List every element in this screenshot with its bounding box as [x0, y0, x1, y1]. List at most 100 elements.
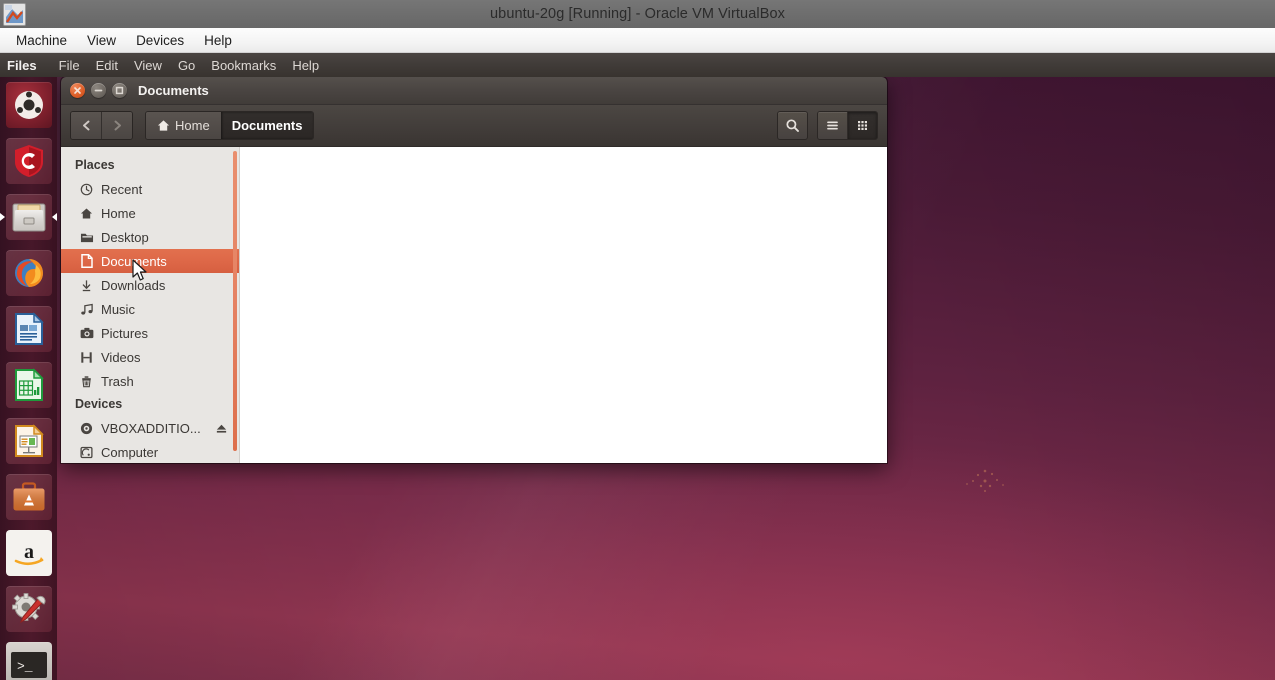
screen: Files File Edit View Go Bookmarks Help a… — [0, 0, 1275, 680]
music-note-icon — [79, 302, 94, 317]
virtualbox-titlebar: ubuntu-20g [Running] - Oracle VM Virtual… — [0, 0, 1275, 28]
sidebar-item-desktop-label: Desktop — [101, 229, 149, 245]
launcher-item-libreoffice-impress[interactable] — [0, 413, 57, 469]
sidebar-item-downloads[interactable]: Downloads — [61, 273, 239, 297]
svg-text:a: a — [24, 541, 34, 563]
ubuntu-circle-of-friends-watermark — [966, 469, 1004, 492]
launcher-item-comodo[interactable] — [0, 133, 57, 189]
panel-app-name: Files — [7, 57, 37, 73]
maximize-button[interactable] — [112, 83, 127, 98]
vbox-menu-machine[interactable]: Machine — [6, 31, 77, 50]
home-icon — [157, 120, 170, 131]
window-title: Documents — [138, 83, 209, 98]
sidebar-item-computer[interactable]: Computer — [61, 440, 239, 463]
breadcrumb-item-home-label: Home — [175, 118, 210, 133]
sidebar-scrollbar[interactable] — [233, 151, 237, 451]
breadcrumb-item-documents-label: Documents — [231, 118, 303, 133]
view-mode-group — [817, 111, 878, 140]
minimize-button[interactable] — [91, 83, 106, 98]
launcher-item-libreoffice-writer[interactable] — [0, 301, 57, 357]
sidebar-item-pictures-label: Pictures — [101, 325, 148, 341]
libreoffice-calc-icon — [14, 368, 44, 401]
sidebar-item-music[interactable]: Music — [61, 297, 239, 321]
sidebar-item-desktop[interactable]: Desktop — [61, 225, 239, 249]
eject-icon[interactable] — [215, 422, 228, 435]
sidebar-section-places-title: Places — [75, 158, 115, 172]
camera-icon — [79, 326, 94, 341]
list-view-icon — [827, 121, 838, 130]
forward-button[interactable] — [101, 112, 132, 139]
panel-menu-edit[interactable]: Edit — [88, 58, 126, 73]
panel-menu-go[interactable]: Go — [170, 58, 203, 73]
ubuntu-software-center-icon — [13, 482, 44, 511]
virtualbox-icon — [3, 3, 26, 26]
terminal-icon: >_ — [10, 652, 47, 678]
sidebar-item-documents-label: Documents — [101, 253, 167, 269]
launcher-item-firefox[interactable] — [0, 245, 57, 301]
download-arrow-icon — [79, 278, 94, 293]
launcher-item-software-center[interactable] — [0, 469, 57, 525]
breadcrumb-item-documents[interactable]: Documents — [220, 112, 314, 139]
sidebar-item-recent[interactable]: Recent — [61, 177, 239, 201]
vbox-menu-help[interactable]: Help — [194, 31, 242, 50]
ubuntu-top-panel: Files File Edit View Go Bookmarks Help — [0, 53, 1275, 77]
home-icon — [79, 206, 94, 221]
launcher-item-terminal[interactable]: >_ — [0, 637, 57, 680]
sidebar-item-recent-label: Recent — [101, 181, 143, 197]
breadcrumb: Home Documents — [145, 111, 315, 140]
launcher-item-system-settings[interactable] — [0, 581, 57, 637]
breadcrumb-item-home[interactable]: Home — [146, 112, 221, 139]
sidebar-item-music-label: Music — [101, 301, 135, 317]
sidebar-item-pictures[interactable]: Pictures — [61, 321, 239, 345]
grid-view-button[interactable] — [847, 112, 877, 139]
vbox-menu-devices[interactable]: Devices — [126, 31, 194, 50]
navigation-buttons — [70, 111, 133, 140]
vbox-menu-view[interactable]: View — [77, 31, 126, 50]
launcher-item-amazon[interactable]: a — [0, 525, 57, 581]
system-settings-icon — [11, 593, 46, 624]
panel-menu-file[interactable]: File — [51, 58, 88, 73]
search-button[interactable] — [777, 111, 808, 140]
document-icon — [79, 254, 94, 269]
sidebar-item-videos-label: Videos — [101, 349, 141, 365]
close-button[interactable] — [70, 83, 85, 98]
disc-icon — [79, 421, 94, 436]
nautilus-window: Documents Home Documents Places Recent H… — [61, 77, 887, 463]
computer-icon — [79, 445, 94, 460]
dash-ubuntu-icon — [14, 91, 43, 119]
list-view-button[interactable] — [818, 112, 847, 139]
window-body: Places Recent Home Desktop Documents Dow… — [61, 147, 887, 463]
sidebar-item-vboxadditions[interactable]: VBOXADDITIO... — [61, 416, 239, 440]
launcher-item-files[interactable] — [0, 189, 57, 245]
launcher-item-dash[interactable] — [0, 77, 57, 133]
trash-icon — [79, 374, 94, 389]
window-toolbar: Home Documents — [61, 105, 887, 147]
sidebar-item-vboxadditions-label: VBOXADDITIO... — [101, 420, 201, 436]
virtualbox-window-title: ubuntu-20g [Running] - Oracle VM Virtual… — [490, 6, 785, 22]
panel-menu-view[interactable]: View — [126, 58, 170, 73]
sidebar-item-trash-label: Trash — [101, 373, 134, 389]
launcher-focused-indicator — [52, 213, 57, 221]
search-icon — [786, 119, 799, 132]
panel-menu-help[interactable]: Help — [284, 58, 327, 73]
sidebar-item-trash[interactable]: Trash — [61, 369, 239, 393]
toolbar-right-buttons — [777, 111, 878, 140]
window-titlebar: Documents — [61, 77, 887, 105]
sidebar-item-home[interactable]: Home — [61, 201, 239, 225]
launcher-running-indicator — [0, 213, 5, 221]
comodo-icon — [14, 145, 43, 177]
film-icon — [79, 350, 94, 365]
sidebar-item-computer-label: Computer — [101, 444, 159, 460]
panel-menu-bookmarks[interactable]: Bookmarks — [203, 58, 284, 73]
sidebar-section-devices-title: Devices — [75, 397, 123, 411]
file-list-area[interactable] — [240, 147, 887, 463]
amazon-icon: a — [14, 541, 43, 566]
libreoffice-impress-icon — [14, 424, 44, 457]
folder-icon — [79, 230, 94, 245]
places-sidebar: Places Recent Home Desktop Documents Dow… — [61, 147, 240, 463]
files-nautilus-icon — [12, 203, 45, 232]
launcher-item-libreoffice-calc[interactable] — [0, 357, 57, 413]
back-button[interactable] — [71, 112, 101, 139]
sidebar-item-videos[interactable]: Videos — [61, 345, 239, 369]
sidebar-item-documents[interactable]: Documents — [61, 249, 239, 273]
